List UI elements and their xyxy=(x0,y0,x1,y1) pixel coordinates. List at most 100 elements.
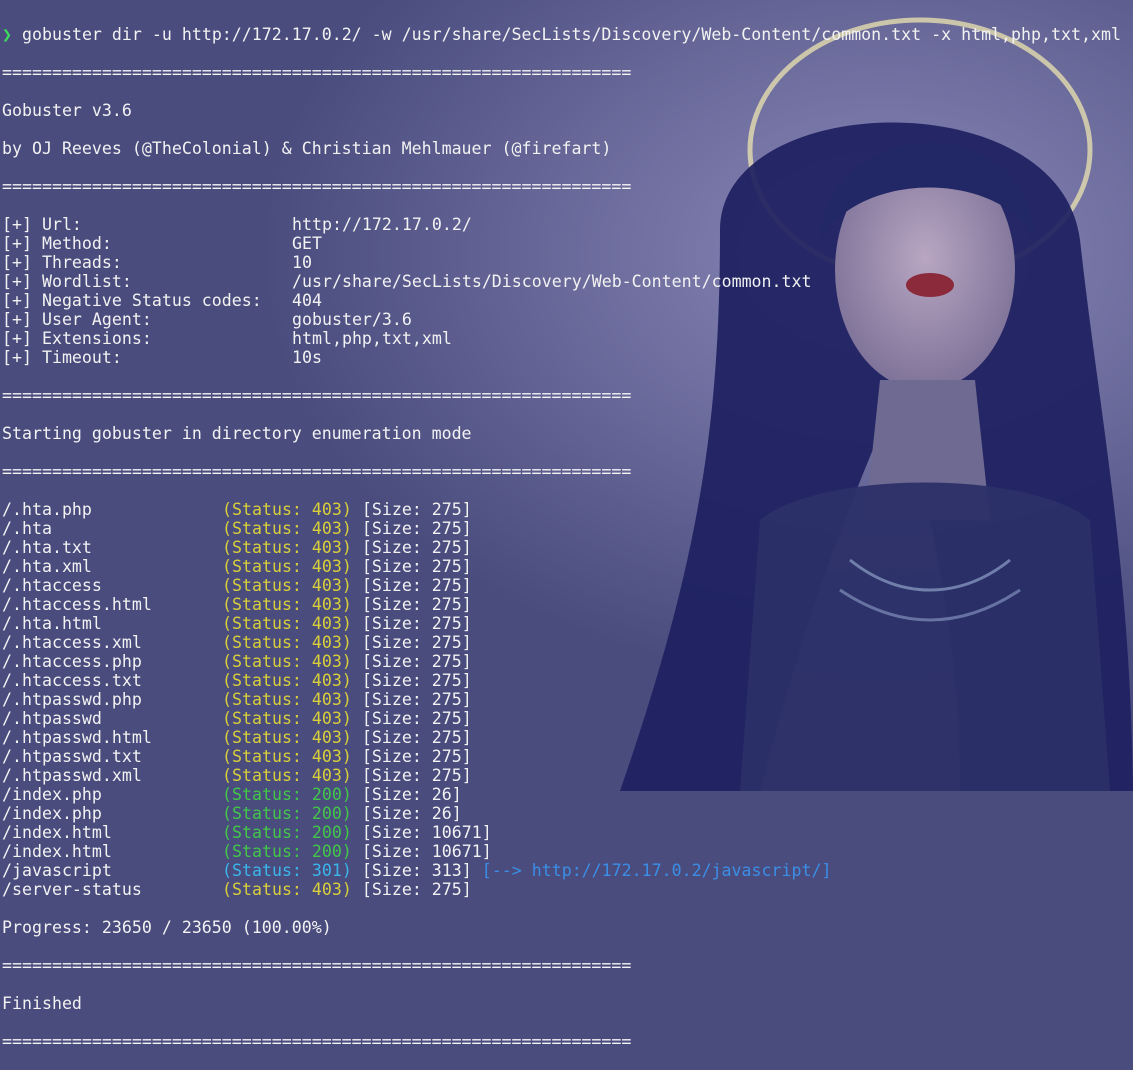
status-code: (Status: 403) xyxy=(222,595,352,614)
result-row: /.htaccess.xml (Status: 403) [Size: 275] xyxy=(2,633,1121,652)
result-row: /index.php (Status: 200) [Size: 26] xyxy=(2,785,1121,804)
separator-line: ========================================… xyxy=(2,462,632,481)
status-code: (Status: 403) xyxy=(222,633,352,652)
status-code: (Status: 403) xyxy=(222,766,352,785)
result-row: /javascript (Status: 301) [Size: 313] [--… xyxy=(2,861,1121,880)
progress-line: Progress: 23650 / 23650 (100.00%) xyxy=(2,918,332,937)
status-code: (Status: 403) xyxy=(222,500,352,519)
result-row: /.hta.xml (Status: 403) [Size: 275] xyxy=(2,557,1121,576)
config-row: [+] Negative Status codes: 404 xyxy=(2,291,1121,310)
separator-line: ========================================… xyxy=(2,386,632,405)
response-size: [Size: 275] xyxy=(361,747,472,766)
status-code: (Status: 403) xyxy=(222,690,352,709)
result-row: /.htpasswd.html (Status: 403) [Size: 275] xyxy=(2,728,1121,747)
result-path: /.htaccess.txt xyxy=(2,671,142,690)
result-row: /.hta (Status: 403) [Size: 275] xyxy=(2,519,1121,538)
response-size: [Size: 275] xyxy=(361,728,472,747)
config-row: [+] Url: http://172.17.0.2/ xyxy=(2,215,1121,234)
config-value: GET xyxy=(292,234,322,253)
result-path: /.htaccess xyxy=(2,576,102,595)
config-value: 10 xyxy=(292,253,312,272)
result-path: /.htaccess.xml xyxy=(2,633,142,652)
response-size: [Size: 275] xyxy=(361,614,472,633)
separator-line: ========================================… xyxy=(2,177,632,196)
response-size: [Size: 275] xyxy=(361,595,472,614)
status-code: (Status: 403) xyxy=(222,709,352,728)
config-list: [+] Url: http://172.17.0.2/ [+] Method: GET… xyxy=(2,215,1121,367)
banner-version: Gobuster v3.6 xyxy=(2,101,132,120)
result-row: /index.html (Status: 200) [Size: 10671] xyxy=(2,842,1121,861)
response-size: [Size: 275] xyxy=(361,519,472,538)
config-value: gobuster/3.6 xyxy=(292,310,412,329)
result-path: /.htaccess.php xyxy=(2,652,142,671)
result-row: /.htaccess.html (Status: 403) [Size: 275] xyxy=(2,595,1121,614)
result-row: /index.html (Status: 200) [Size: 10671] xyxy=(2,823,1121,842)
status-code: (Status: 200) xyxy=(222,823,352,842)
result-path: /.hta.html xyxy=(2,614,102,633)
config-key: [+] Wordlist: xyxy=(2,272,132,291)
response-size: [Size: 26] xyxy=(361,785,462,804)
result-row: /.htpasswd.xml (Status: 403) [Size: 275] xyxy=(2,766,1121,785)
config-value: /usr/share/SecLists/Discovery/Web-Conten… xyxy=(292,272,812,291)
config-row: [+] Timeout: 10s xyxy=(2,348,1121,367)
result-path: /index.php xyxy=(2,785,102,804)
status-code: (Status: 200) xyxy=(222,785,352,804)
status-code: (Status: 403) xyxy=(222,576,352,595)
result-path: /index.php xyxy=(2,804,102,823)
result-row: /server-status (Status: 403) [Size: 275] xyxy=(2,880,1121,899)
status-code: (Status: 403) xyxy=(222,880,352,899)
command-line: ❯ gobuster dir -u http://172.17.0.2/ -w … xyxy=(2,25,1121,44)
response-size: [Size: 275] xyxy=(361,557,472,576)
result-path: /.hta.txt xyxy=(2,538,92,557)
response-size: [Size: 313] xyxy=(361,861,472,880)
status-code: (Status: 403) xyxy=(222,671,352,690)
result-row: /.hta.php (Status: 403) [Size: 275] xyxy=(2,500,1121,519)
config-key: [+] Method: xyxy=(2,234,112,253)
result-row: /.hta.html (Status: 403) [Size: 275] xyxy=(2,614,1121,633)
result-path: /.hta xyxy=(2,519,52,538)
status-code: (Status: 200) xyxy=(222,804,352,823)
result-path: /.htpasswd.xml xyxy=(2,766,142,785)
status-code: (Status: 403) xyxy=(222,614,352,633)
response-size: [Size: 26] xyxy=(361,804,462,823)
config-row: [+] User Agent: gobuster/3.6 xyxy=(2,310,1121,329)
result-row: /.htaccess.php (Status: 403) [Size: 275] xyxy=(2,652,1121,671)
status-code: (Status: 403) xyxy=(222,728,352,747)
separator-line: ========================================… xyxy=(2,1032,632,1051)
start-message: Starting gobuster in directory enumerati… xyxy=(2,424,472,443)
config-row: [+] Extensions: html,php,txt,xml xyxy=(2,329,1121,348)
response-size: [Size: 275] xyxy=(361,500,472,519)
result-path: /.htpasswd.txt xyxy=(2,747,142,766)
response-size: [Size: 275] xyxy=(361,652,472,671)
config-value: html,php,txt,xml xyxy=(292,329,452,348)
config-key: [+] Timeout: xyxy=(2,348,122,367)
separator-line: ========================================… xyxy=(2,63,632,82)
result-path: /.htpasswd.html xyxy=(2,728,152,747)
result-row: /.htpasswd (Status: 403) [Size: 275] xyxy=(2,709,1121,728)
prompt-arrow-icon: ❯ xyxy=(2,25,12,44)
response-size: [Size: 275] xyxy=(361,538,472,557)
result-path: /.htaccess.html xyxy=(2,595,152,614)
result-path: /.htpasswd xyxy=(2,709,102,728)
separator-line: ========================================… xyxy=(2,956,632,975)
config-row: [+] Threads: 10 xyxy=(2,253,1121,272)
config-row: [+] Method: GET xyxy=(2,234,1121,253)
config-row: [+] Wordlist: /usr/share/SecLists/Discove… xyxy=(2,272,1121,291)
config-key: [+] Url: xyxy=(2,215,82,234)
response-size: [Size: 275] xyxy=(361,880,472,899)
config-value: 10s xyxy=(292,348,322,367)
result-path: /.htpasswd.php xyxy=(2,690,142,709)
status-code: (Status: 403) xyxy=(222,538,352,557)
result-row: /.htaccess (Status: 403) [Size: 275] xyxy=(2,576,1121,595)
response-size: [Size: 275] xyxy=(361,766,472,785)
response-size: [Size: 10671] xyxy=(361,823,492,842)
result-path: /.hta.php xyxy=(2,500,92,519)
result-row: /.htpasswd.php (Status: 403) [Size: 275] xyxy=(2,690,1121,709)
terminal-output: ❯ gobuster dir -u http://172.17.0.2/ -w … xyxy=(2,6,1121,1070)
status-code: (Status: 403) xyxy=(222,557,352,576)
status-code: (Status: 403) xyxy=(222,519,352,538)
response-size: [Size: 275] xyxy=(361,671,472,690)
command-text: gobuster dir -u http://172.17.0.2/ -w /u… xyxy=(22,25,1121,44)
status-code: (Status: 200) xyxy=(222,842,352,861)
response-size: [Size: 275] xyxy=(361,709,472,728)
